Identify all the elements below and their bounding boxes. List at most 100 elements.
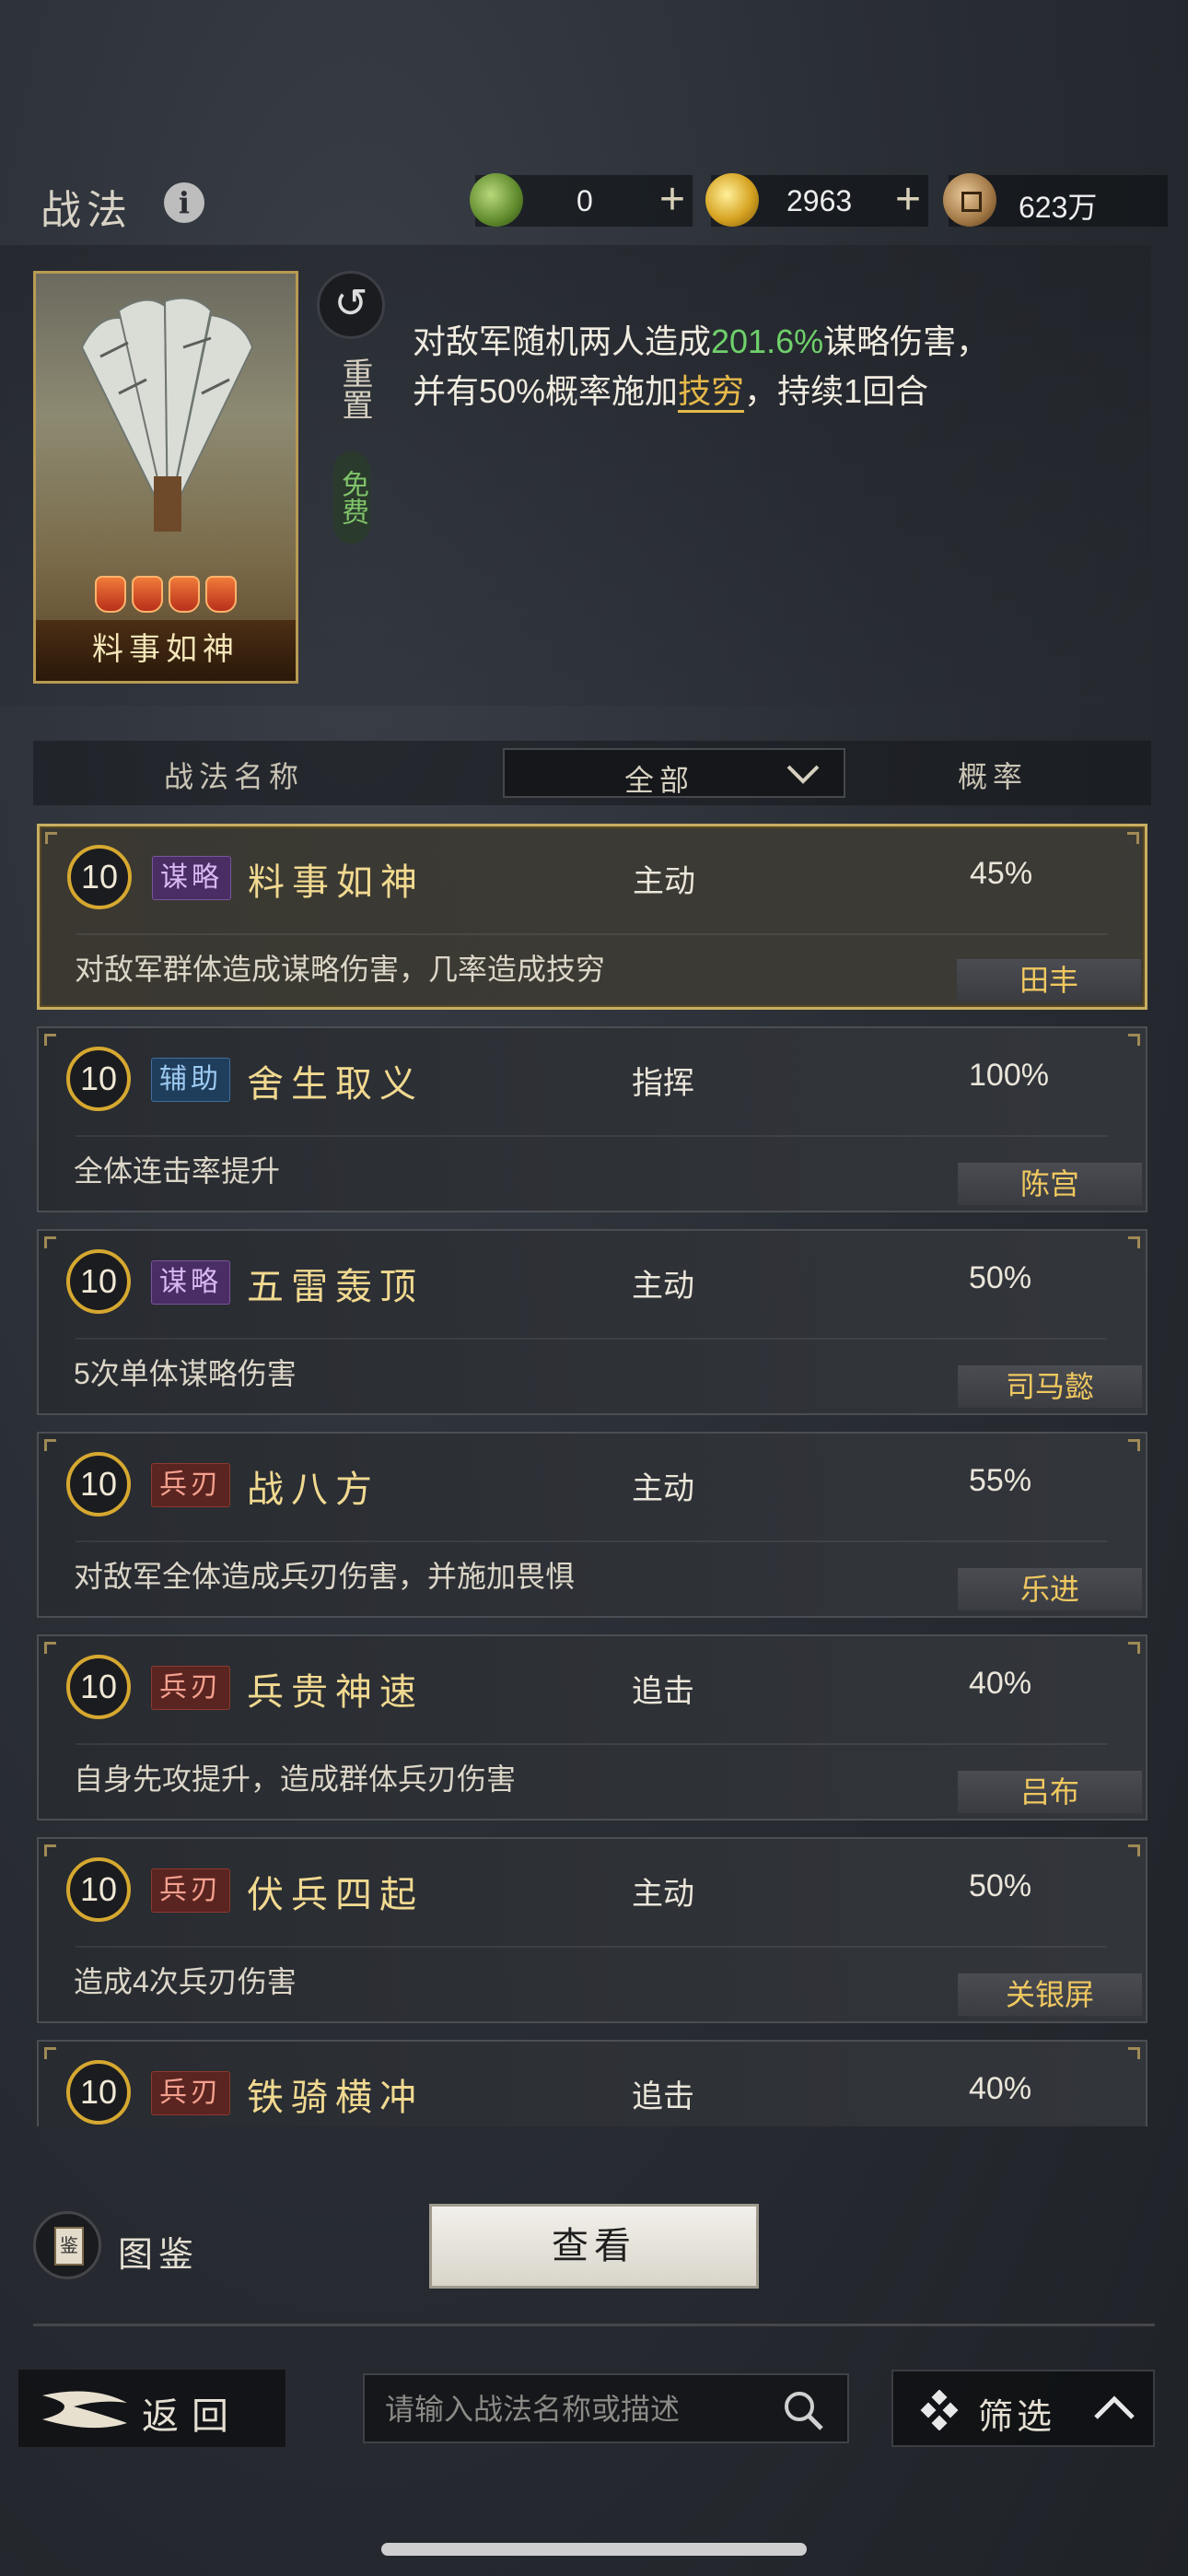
skill-row[interactable]: 10 兵刃 兵贵神速 追击 40% 自身先攻提升，造成群体兵刃伤害 吕布 xyxy=(37,1634,1147,1821)
feather-fan-icon xyxy=(80,297,254,532)
add-gold-button[interactable]: + xyxy=(895,177,921,223)
skill-name: 五雷轰顶 xyxy=(247,1266,424,1307)
resource-copper: 623万 xyxy=(943,173,1168,227)
skill-probability: 50% xyxy=(969,1868,1032,1903)
skill-activation: 主动 xyxy=(632,1471,694,1506)
skill-activation: 指挥 xyxy=(632,1066,694,1101)
status-link[interactable]: 技穷 xyxy=(678,372,745,413)
skill-short-desc: 全体连击率提升 xyxy=(74,1154,281,1188)
gold-coin-icon xyxy=(705,173,759,227)
desc-text: 谋略伤害， xyxy=(823,322,990,360)
skill-type-tag: 兵刃 xyxy=(151,2071,230,2115)
view-button[interactable]: 查看 xyxy=(429,2204,759,2289)
reset-button[interactable]: ↺ 重置 免费 xyxy=(315,271,387,547)
skill-card[interactable]: 料事如神 xyxy=(33,271,298,684)
rank-icon xyxy=(169,576,200,613)
filter-button[interactable]: 筛选 xyxy=(891,2370,1155,2447)
skill-probability: 45% xyxy=(970,856,1033,891)
book-icon: 鉴 xyxy=(33,2211,101,2279)
column-header-name: 战法名称 xyxy=(164,760,305,793)
skill-probability: 100% xyxy=(969,1058,1049,1093)
level-badge: 10 xyxy=(66,2060,131,2125)
level-badge: 10 xyxy=(66,1655,131,1719)
skill-row[interactable]: 10 兵刃 战八方 主动 55% 对敌军全体造成兵刃伤害，并施加畏惧 乐进 xyxy=(37,1432,1147,1618)
rank-icon xyxy=(132,576,163,613)
divider xyxy=(33,2324,1155,2326)
skill-probability: 55% xyxy=(969,1463,1032,1498)
jade-value: 0 xyxy=(577,184,593,217)
skill-type-tag: 兵刃 xyxy=(151,1463,230,1507)
page-title: 战法 xyxy=(41,188,133,233)
skill-short-desc: 5次单体谋略伤害 xyxy=(74,1357,297,1390)
level-badge: 10 xyxy=(66,1047,131,1111)
skill-row[interactable]: 10 谋略 料事如神 主动 45% 对敌军群体造成谋略伤害，几率造成技穷 田丰 xyxy=(37,824,1147,1010)
free-badge: 免费 xyxy=(333,451,370,544)
search-box[interactable] xyxy=(363,2373,849,2443)
chevron-up-icon xyxy=(1094,2395,1135,2419)
skill-name: 舍生取义 xyxy=(247,1063,424,1105)
skill-type-tag: 谋略 xyxy=(151,1260,230,1305)
search-icon[interactable] xyxy=(781,2388,825,2432)
skill-row[interactable]: 10 兵刃 伏兵四起 主动 50% 造成4次兵刃伤害 关银屏 xyxy=(37,1837,1147,2023)
skill-activation: 追击 xyxy=(632,2079,694,2114)
resource-gold: 2963 + xyxy=(705,173,928,227)
skill-name: 伏兵四起 xyxy=(247,1874,424,1915)
skill-row[interactable]: 10 辅助 舍生取义 指挥 100% 全体连击率提升 陈宫 xyxy=(37,1026,1147,1212)
skill-type-tag: 兵刃 xyxy=(151,1868,230,1913)
footer-bar: 返回 筛选 xyxy=(0,2370,1188,2447)
codex-label: 图鉴 xyxy=(118,2236,200,2275)
skill-name: 战八方 xyxy=(247,1469,379,1510)
level-badge: 10 xyxy=(67,845,132,909)
type-filter-dropdown[interactable]: 全部 xyxy=(503,748,845,798)
skill-list[interactable]: 10 谋略 料事如神 主动 45% 对敌军群体造成谋略伤害，几率造成技穷 田丰 10 辅助 舍生取… xyxy=(33,824,1151,2126)
back-button[interactable]: 返回 xyxy=(18,2370,285,2447)
codex-button[interactable]: 鉴 图鉴 xyxy=(33,2211,236,2285)
owner-general-label[interactable]: 关银屏 xyxy=(958,1973,1142,2016)
info-icon[interactable]: i xyxy=(164,182,204,223)
skill-name: 兵贵神速 xyxy=(247,1671,424,1713)
skill-description: 对敌军随机两人造成201.6%谋略伤害， 并有50%概率施加技穷，持续1回合 xyxy=(413,317,1076,416)
level-badge: 10 xyxy=(66,1857,131,1922)
owner-general-label[interactable]: 司马懿 xyxy=(958,1365,1142,1408)
table-header: 战法名称 全部 概率 xyxy=(33,741,1151,805)
skill-short-desc: 对敌军群体造成谋略伤害，几率造成技穷 xyxy=(75,953,606,986)
book-icon-char: 鉴 xyxy=(54,2227,84,2266)
rank-icon xyxy=(95,576,126,613)
add-jade-button[interactable]: + xyxy=(659,177,685,223)
skill-activation: 主动 xyxy=(632,1877,694,1912)
rank-icon xyxy=(205,576,237,613)
card-rank-stars xyxy=(95,576,242,616)
chevron-down-icon xyxy=(786,765,820,784)
owner-general-label[interactable]: 田丰 xyxy=(957,959,1141,1001)
skill-probability: 50% xyxy=(969,1260,1032,1295)
skill-name: 料事如神 xyxy=(248,861,425,903)
level-badge: 10 xyxy=(66,1249,131,1314)
owner-general-label[interactable]: 乐进 xyxy=(958,1568,1142,1610)
skill-short-desc: 自身先攻提升，造成群体兵刃伤害 xyxy=(74,1762,517,1796)
desc-text: ，持续1回合 xyxy=(744,372,929,410)
level-badge: 10 xyxy=(66,1452,131,1516)
skill-row[interactable]: 10 谋略 五雷轰顶 主动 50% 5次单体谋略伤害 司马懿 xyxy=(37,1229,1147,1415)
owner-general-label[interactable]: 吕布 xyxy=(958,1771,1142,1813)
divider xyxy=(76,1135,1107,1137)
skill-type-tag: 兵刃 xyxy=(151,1666,230,1710)
copper-coin-icon xyxy=(943,173,996,227)
skill-row[interactable]: 10 兵刃 铁骑横冲 追击 40% xyxy=(37,2040,1147,2126)
divider xyxy=(76,1338,1107,1340)
skill-probability: 40% xyxy=(969,1666,1032,1701)
owner-general-label[interactable]: 陈宫 xyxy=(958,1163,1142,1205)
reset-icon: ↺ xyxy=(317,271,385,339)
back-arrow-icon xyxy=(42,2391,127,2429)
skill-name: 铁骑横冲 xyxy=(247,2077,424,2118)
resource-jade: 0 + xyxy=(470,173,693,227)
desc-text: 并有50%概率施加 xyxy=(413,372,679,410)
skill-activation: 主动 xyxy=(633,864,695,899)
divider xyxy=(76,1743,1107,1745)
skill-probability: 40% xyxy=(969,2071,1032,2106)
skill-activation: 主动 xyxy=(632,1269,694,1304)
home-indicator[interactable] xyxy=(381,2543,807,2556)
search-input[interactable] xyxy=(383,2388,774,2430)
skill-activation: 追击 xyxy=(632,1674,694,1709)
filter-diamond-icon xyxy=(920,2390,959,2430)
jade-coin-icon xyxy=(470,173,523,227)
